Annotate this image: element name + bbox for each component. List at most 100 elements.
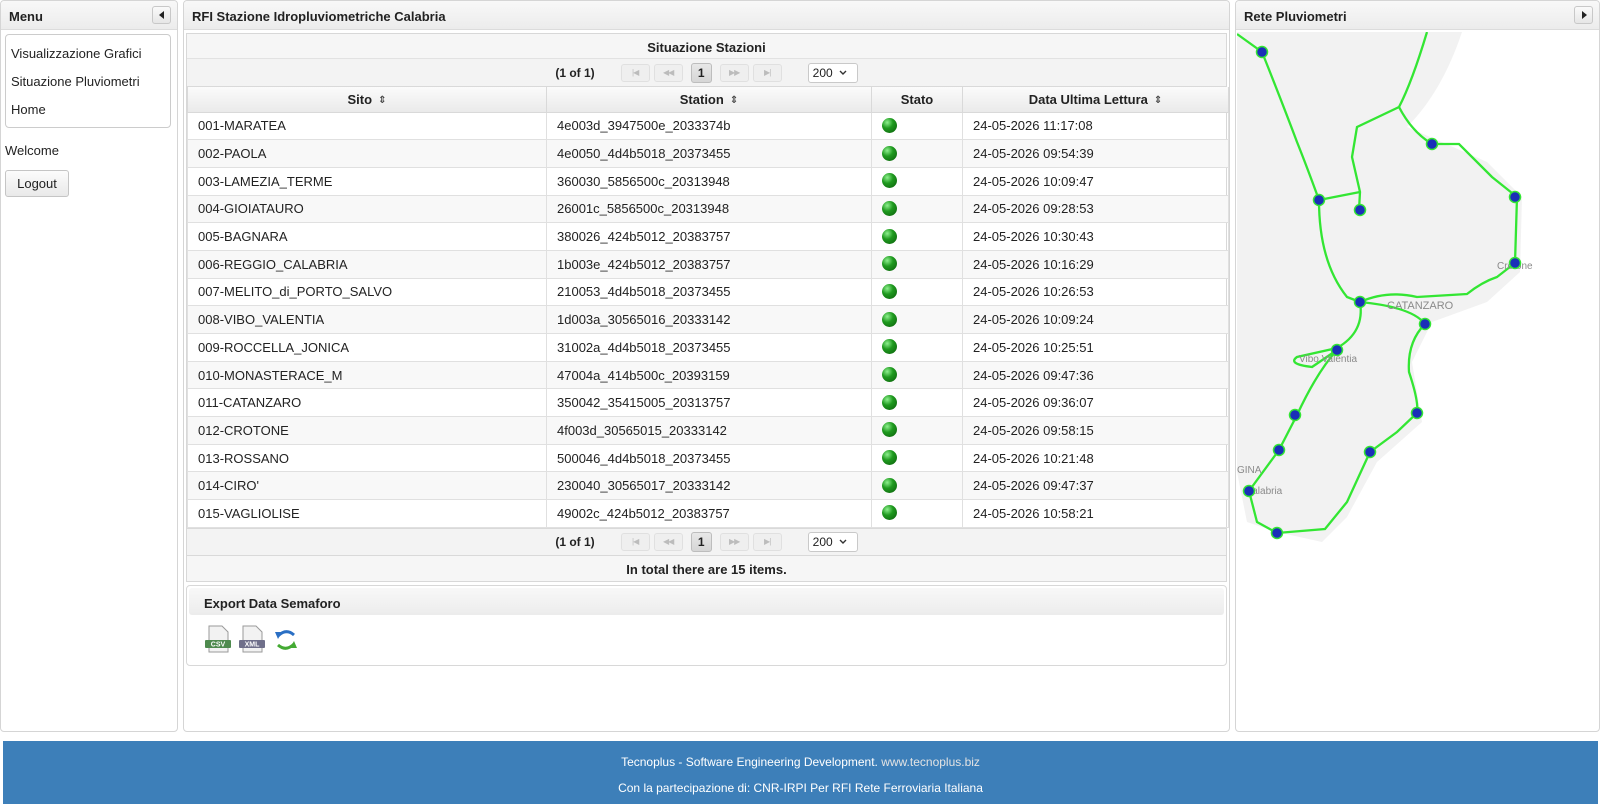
first-page-button[interactable]: |◀ xyxy=(620,63,650,82)
table-row[interactable]: 014-CIRO' 230040_30565017_20333142 24-05-2… xyxy=(187,471,1229,501)
footer-line-1: Tecnoplus - Software Engineering Develop… xyxy=(3,741,1598,769)
cell-stato xyxy=(871,111,963,141)
cell-sito: 011-CATANZARO xyxy=(187,388,547,418)
column-header-sito[interactable]: Sito ⇕ xyxy=(187,87,547,113)
map-label-gina: GINA xyxy=(1237,465,1262,476)
cell-station: 360030_5856500c_20313948 xyxy=(546,166,872,196)
table-row[interactable]: 013-ROSSANO 500046_4d4b5018_20373455 24-05… xyxy=(187,443,1229,473)
collapse-map-button[interactable] xyxy=(1574,6,1593,24)
rain-gauge-map[interactable]: Crotone CATANZARO Vibo Valentia GINA Cal… xyxy=(1236,31,1598,562)
cell-stato xyxy=(871,499,963,528)
prev-page-button[interactable]: ◀◀ xyxy=(653,532,683,551)
table-row[interactable]: 012-CROTONE 4f003d_30565015_20333142 24-05… xyxy=(187,416,1229,445)
station-marker[interactable] xyxy=(1270,526,1284,540)
cell-data-ultima-lettura: 24-05-2026 10:09:47 xyxy=(962,166,1229,196)
cell-stato xyxy=(871,471,963,501)
paginator-report: (1 of 1) xyxy=(555,534,595,549)
next-page-button[interactable]: ▶▶ xyxy=(719,63,749,82)
table-row[interactable]: 009-ROCCELLA_JONICA 31002a_4d4b5018_20373… xyxy=(187,333,1229,362)
status-ok-icon xyxy=(882,505,897,521)
station-marker[interactable] xyxy=(1353,203,1367,217)
map-panel-header: Rete Pluviometri xyxy=(1236,1,1599,30)
station-marker[interactable] xyxy=(1353,295,1367,309)
svg-text:XML: XML xyxy=(245,641,261,648)
status-ok-icon xyxy=(882,367,897,383)
table-row[interactable]: 006-REGGIO_CALABRIA 1b003e_424b5012_20383… xyxy=(187,249,1229,279)
cell-sito: 001-MARATEA xyxy=(187,111,547,141)
status-ok-icon xyxy=(882,422,897,438)
footer: Tecnoplus - Software Engineering Develop… xyxy=(3,741,1598,804)
paginator-top: (1 of 1) |◀ ◀◀ 1 ▶▶ ▶| 200 xyxy=(187,59,1226,87)
station-marker[interactable] xyxy=(1508,190,1522,204)
status-ok-icon xyxy=(882,117,897,133)
station-marker[interactable] xyxy=(1312,193,1326,207)
chevron-down-icon xyxy=(839,539,847,544)
page-1-button[interactable]: 1 xyxy=(690,62,712,83)
cell-station: 4e0050_4d4b5018_20373455 xyxy=(546,139,872,168)
rows-per-page-select[interactable]: 200 xyxy=(807,531,858,552)
export-panel: Export Data Semaforo CSV XML xyxy=(186,584,1227,666)
station-marker[interactable] xyxy=(1330,343,1344,357)
cell-sito: 002-PAOLA xyxy=(187,139,547,168)
status-ok-icon xyxy=(882,339,897,355)
station-marker[interactable] xyxy=(1242,484,1256,498)
cell-stato xyxy=(871,222,963,251)
footer-link[interactable]: www.tecnoplus.biz xyxy=(881,755,980,769)
cell-stato xyxy=(871,360,963,390)
menu-panel: Menu Visualizzazione Grafici Situazione … xyxy=(0,0,178,732)
stations-panel-header: RFI Stazione Idropluviometriche Calabria xyxy=(184,1,1229,30)
first-page-button[interactable]: |◀ xyxy=(620,532,650,551)
cell-data-ultima-lettura: 24-05-2026 09:54:39 xyxy=(962,139,1229,168)
footer-company: Tecnoplus - Software Engineering Develop… xyxy=(621,755,878,769)
column-header-data-ultima-lettura[interactable]: Data Ultima Lettura ⇕ xyxy=(962,87,1229,113)
station-marker[interactable] xyxy=(1272,443,1286,457)
next-page-button[interactable]: ▶▶ xyxy=(719,532,749,551)
column-header-station[interactable]: Station ⇕ xyxy=(546,87,872,113)
table-row[interactable]: 004-GIOIATAURO 26001c_5856500c_20313948 24… xyxy=(187,194,1229,224)
land-area xyxy=(1237,32,1522,542)
station-marker[interactable] xyxy=(1288,408,1302,422)
map-canvas[interactable]: Crotone CATANZARO Vibo Valentia GINA Cal… xyxy=(1236,31,1598,562)
station-marker[interactable] xyxy=(1363,445,1377,459)
table-row[interactable]: 011-CATANZARO 350042_35415005_20313757 24-… xyxy=(187,388,1229,418)
menu-item-visualizzazione-grafici[interactable]: Visualizzazione Grafici xyxy=(6,39,170,67)
station-marker[interactable] xyxy=(1255,45,1269,59)
table-row[interactable]: 003-LAMEZIA_TERME 360030_5856500c_2031394… xyxy=(187,166,1229,196)
svg-text:CSV: CSV xyxy=(211,641,226,648)
csv-export-icon[interactable]: CSV xyxy=(204,625,232,655)
cell-stato xyxy=(871,333,963,362)
menu-item-situazione-pluviometri[interactable]: Situazione Pluviometri xyxy=(6,67,170,95)
cell-station: 380026_424b5012_20383757 xyxy=(546,222,872,251)
collapse-menu-button[interactable] xyxy=(152,6,171,24)
status-ok-icon xyxy=(882,228,897,244)
map-title: Rete Pluviometri xyxy=(1244,9,1347,24)
welcome-text: Welcome xyxy=(5,143,59,158)
table-row[interactable]: 005-BAGNARA 380026_424b5012_20383757 24-05… xyxy=(187,222,1229,251)
map-panel: Rete Pluviometri CATANZARO Vibo Valentia… xyxy=(1235,0,1600,732)
table-row[interactable]: 007-MELITO_di_PORTO_SALVO 210053_4d4b5018… xyxy=(187,277,1229,307)
page-1-button[interactable]: 1 xyxy=(690,531,712,552)
station-marker[interactable] xyxy=(1425,137,1439,151)
last-page-button[interactable]: ▶| xyxy=(752,532,782,551)
table-row[interactable]: 015-VAGLIOLISE 49002c_424b5012_20383757 24… xyxy=(187,499,1229,528)
triangle-left-icon xyxy=(158,11,164,19)
cell-sito: 014-CIRO' xyxy=(187,471,547,501)
station-marker[interactable] xyxy=(1410,406,1424,420)
prev-page-button[interactable]: ◀◀ xyxy=(653,63,683,82)
table-row[interactable]: 002-PAOLA 4e0050_4d4b5018_20373455 24-05-2… xyxy=(187,139,1229,168)
logout-button[interactable]: Logout xyxy=(5,170,69,197)
last-page-button[interactable]: ▶| xyxy=(752,63,782,82)
station-marker[interactable] xyxy=(1418,317,1432,331)
sort-icon: ⇕ xyxy=(378,94,387,106)
cell-data-ultima-lettura: 24-05-2026 10:09:24 xyxy=(962,305,1229,334)
table-row[interactable]: 008-VIBO_VALENTIA 1d003a_30565016_2033314… xyxy=(187,305,1229,334)
refresh-icon[interactable] xyxy=(272,625,300,655)
menu-item-home[interactable]: Home xyxy=(6,95,170,123)
rows-per-page-select[interactable]: 200 xyxy=(807,62,858,83)
table-row[interactable]: 001-MARATEA 4e003d_3947500e_2033374b 24-05… xyxy=(187,111,1229,141)
cell-station: 47004a_414b500c_20393159 xyxy=(546,360,872,390)
station-marker[interactable] xyxy=(1508,256,1522,270)
table-row[interactable]: 010-MONASTERACE_M 47004a_414b500c_2039315… xyxy=(187,360,1229,390)
status-ok-icon xyxy=(882,450,897,466)
xml-export-icon[interactable]: XML xyxy=(238,625,266,655)
